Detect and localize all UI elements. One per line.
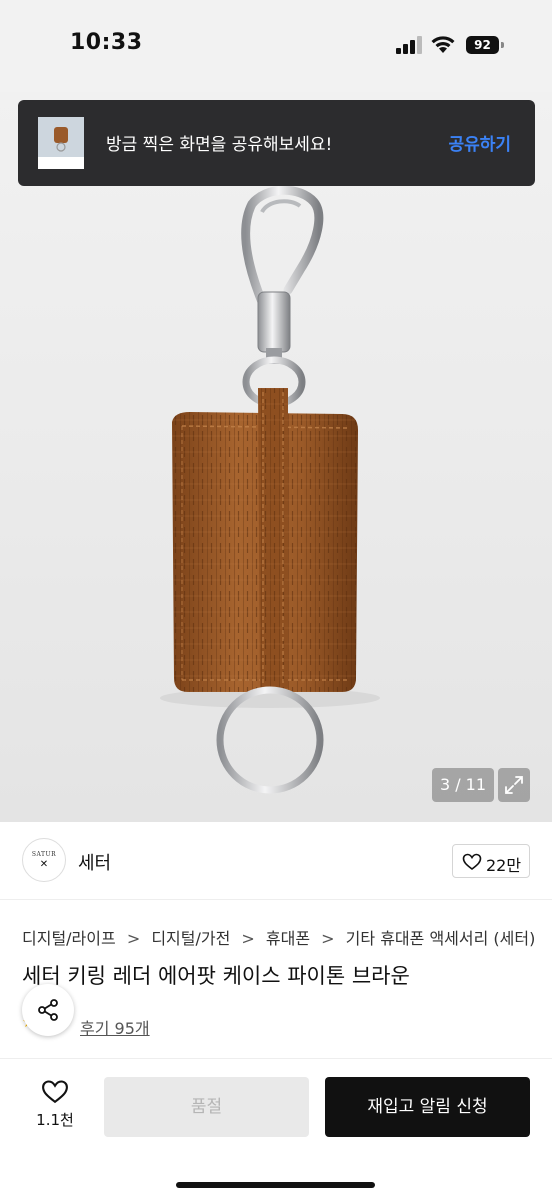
breadcrumb-item-accessories[interactable]: 기타 휴대폰 액세서리 (세터): [346, 929, 536, 948]
bottom-action-bar: 1.1천 품절 재입고 알림 신청: [0, 1058, 552, 1200]
brand-like-count: 22만: [486, 856, 522, 875]
sold-out-button: 품절: [104, 1077, 309, 1137]
brand-logo-text: SATUR: [31, 851, 57, 858]
chevron-right-icon: >: [321, 929, 335, 948]
heart-icon: [42, 1080, 68, 1104]
review-count-link[interactable]: 후기 95개: [80, 1015, 150, 1039]
chevron-right-icon: >: [241, 929, 255, 948]
breadcrumb: 디지털/라이프 > 디지털/가전 > 휴대폰 > 기타 휴대폰 액세서리 (세터…: [22, 925, 535, 949]
chevron-right-icon: >: [126, 929, 141, 948]
brand-logo-mark: ✕: [39, 859, 49, 870]
battery-level: 92: [466, 36, 499, 54]
status-time: 10:33: [70, 30, 143, 55]
expand-icon[interactable]: [498, 768, 530, 802]
heart-icon: [462, 853, 482, 871]
battery-icon: 92: [466, 36, 504, 54]
wifi-icon: [431, 36, 455, 53]
share-icon: [38, 999, 58, 1021]
product-image-gallery[interactable]: 3 / 11: [0, 92, 552, 822]
brand-row[interactable]: SATUR ✕ 세터 22만: [0, 822, 552, 900]
share-button[interactable]: 공유하기: [448, 130, 511, 155]
breadcrumb-item-digital-life[interactable]: 디지털/라이프: [22, 929, 116, 948]
home-indicator: [176, 1182, 375, 1188]
status-bar: 10:33 92: [0, 0, 552, 92]
share-toast: 방금 찍은 화면을 공유해보세요! 공유하기: [18, 100, 535, 186]
share-floating-button[interactable]: [22, 984, 74, 1036]
page-indicator: 3 / 11: [432, 768, 494, 802]
brand-logo[interactable]: SATUR ✕: [22, 838, 66, 882]
restock-alert-button[interactable]: 재입고 알림 신청: [325, 1077, 530, 1137]
brand-like-button[interactable]: 22만: [452, 844, 530, 878]
screenshot-thumbnail: [38, 117, 84, 169]
breadcrumb-item-phone[interactable]: 휴대폰: [266, 929, 310, 948]
wishlist-button[interactable]: 1.1천: [28, 1079, 82, 1139]
product-title: 세터 키링 레더 에어팟 케이스 파이톤 브라운: [22, 964, 410, 988]
wishlist-count: 1.1천: [36, 1111, 74, 1129]
brand-name[interactable]: 세터: [78, 849, 111, 875]
signal-icon: [396, 36, 422, 54]
toast-message: 방금 찍은 화면을 공유해보세요!: [106, 135, 333, 155]
breadcrumb-item-digital-appliances[interactable]: 디지털/가전: [151, 929, 230, 948]
product-image: [160, 185, 380, 794]
